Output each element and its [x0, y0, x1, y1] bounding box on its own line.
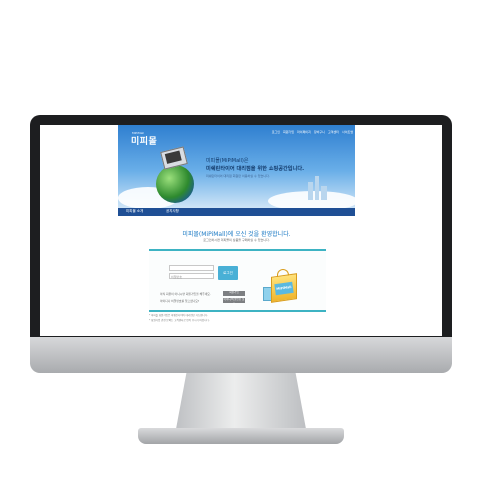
globe-illustration — [156, 165, 194, 203]
top-link-join[interactable]: 회원가입 — [283, 130, 294, 134]
footnote-2: * 회원가입 관련 문의는 고객센터로 연락 주시기 바랍니다. — [149, 319, 210, 322]
monitor-screen: MiPiMall 미피몰 로그인 회원가입 마이페이지 장바구니 고객센터 사이… — [40, 125, 442, 336]
welcome-subtitle: 로그인하시면 미피몰의 상품을 구매하실 수 있습니다. — [203, 238, 270, 242]
login-button[interactable]: 로그인 — [218, 266, 238, 280]
join-help-text: 아직 회원이 아니시면 회원가입을 해주세요. — [160, 292, 211, 296]
top-link-cart[interactable]: 장바구니 — [314, 130, 325, 134]
monitor-chin — [30, 337, 452, 373]
hero-line-2: 미쉐린타이어 대리점을 위한 쇼핑공간입니다. — [206, 166, 305, 172]
login-box: 비밀번호 로그인 아이디 저장 아직 회원이 아니시면 회원가입을 해주세요. … — [149, 249, 326, 312]
find-account-button[interactable]: 아이디/비밀번호 찾기 — [223, 298, 245, 306]
top-link-login[interactable]: 로그인 — [272, 130, 280, 134]
monitor-stand-base — [138, 428, 344, 444]
welcome-title: 미피몰(MiPiMall)에 오신 것을 환영합니다. — [182, 231, 291, 238]
find-help-text: 아이디나 비밀번호를 잊으셨나요? — [160, 299, 200, 303]
nav-item-about[interactable]: 미피몰 소개 — [126, 209, 143, 214]
password-input[interactable]: 비밀번호 — [169, 273, 214, 279]
top-link-sitemap[interactable]: 사이트맵 — [342, 130, 353, 134]
main-nav: 미피몰 소개 공지사항 — [118, 208, 355, 216]
id-input[interactable] — [169, 265, 214, 271]
building-decoration — [315, 176, 319, 200]
join-button[interactable]: 회원가입 — [223, 291, 245, 296]
building-decoration — [321, 186, 327, 200]
top-link-support[interactable]: 고객센터 — [328, 130, 339, 134]
monitor-stand — [176, 373, 306, 429]
top-links: 로그인 회원가입 마이페이지 장바구니 고객센터 사이트맵 — [272, 130, 353, 134]
hero-line-1: 미피몰(MiPiMall)은 — [206, 158, 249, 164]
hero-banner: MiPiMall 미피몰 로그인 회원가입 마이페이지 장바구니 고객센터 사이… — [118, 125, 355, 208]
footnote-1: * 미피몰 회원가입은 미쉐린타이어 대리점만 가능합니다. — [149, 314, 208, 317]
nav-item-notice[interactable]: 공지사항 — [166, 209, 179, 214]
hero-line-3: 미쉐린타이어 대리점 회원만 이용하실 수 있습니다. — [206, 174, 270, 178]
shopping-bag-illustration: MiPiMall — [263, 265, 301, 303]
building-decoration — [308, 182, 313, 200]
site-logo[interactable]: 미피몰 — [131, 134, 157, 147]
top-link-mypage[interactable]: 마이페이지 — [297, 130, 311, 134]
website: MiPiMall 미피몰 로그인 회원가입 마이페이지 장바구니 고객센터 사이… — [118, 125, 355, 336]
